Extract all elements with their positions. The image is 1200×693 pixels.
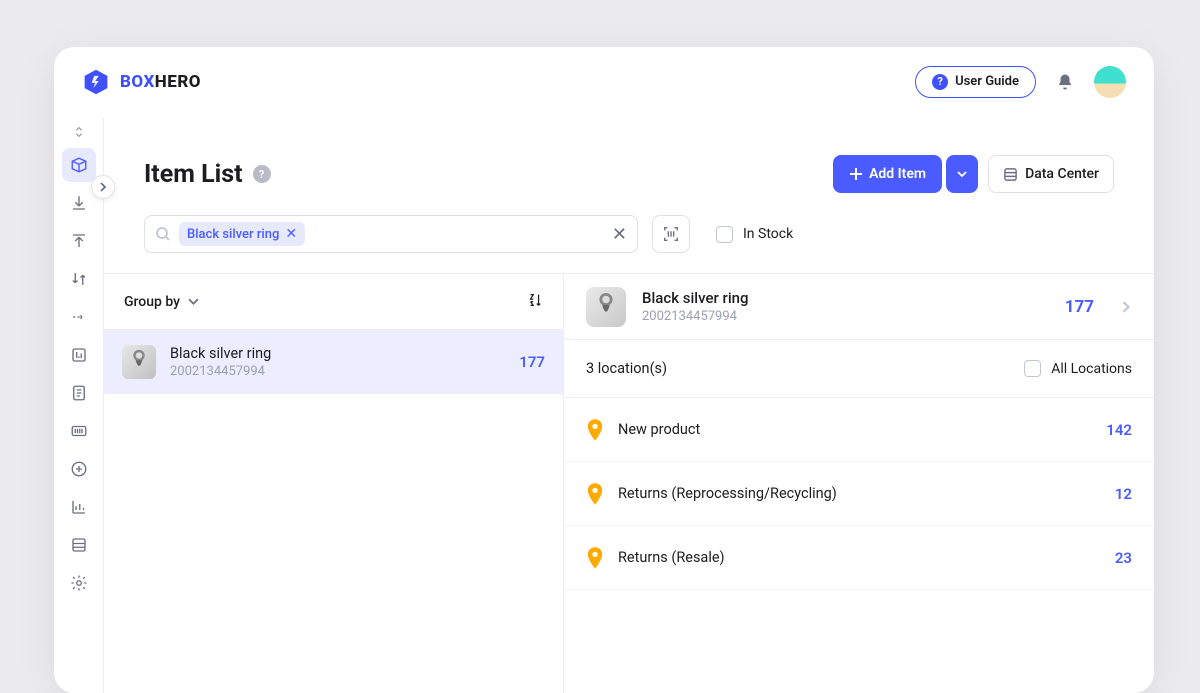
sidebar-item-transfer[interactable] (62, 262, 96, 296)
expand-sidebar-button[interactable] (91, 175, 115, 199)
location-quantity: 12 (1115, 485, 1132, 503)
content: Item List ? Add Item Data Center (104, 117, 1154, 693)
item-sku: 2002134457994 (170, 364, 271, 379)
search-chip: Black silver ring ✕ (179, 222, 305, 246)
data-center-icon (1003, 167, 1018, 182)
data-center-button[interactable]: Data Center (988, 155, 1114, 193)
sort-az-icon (527, 292, 543, 308)
locations-count: 3 location(s) (586, 360, 667, 377)
page-title: Item List ? (144, 160, 271, 189)
pin-icon (586, 419, 604, 441)
sort-button[interactable] (527, 292, 543, 312)
user-guide-label: User Guide (955, 74, 1019, 89)
item-thumbnail (122, 345, 156, 379)
add-item-dropdown[interactable] (946, 155, 978, 193)
logo[interactable]: BOXHERO (82, 68, 201, 96)
chevron-right-icon[interactable] (1120, 301, 1132, 313)
resize-handle-icon[interactable] (72, 125, 86, 139)
group-by-label: Group by (124, 294, 180, 310)
location-quantity: 23 (1115, 549, 1132, 567)
sidebar-item-doc[interactable] (62, 376, 96, 410)
location-quantity: 142 (1106, 421, 1132, 439)
chevron-right-icon (98, 182, 108, 192)
user-guide-button[interactable]: ? User Guide (915, 66, 1036, 98)
item-detail-panel: Black silver ring 2002134457994 177 3 lo… (564, 274, 1154, 693)
location-name: Returns (Resale) (618, 549, 725, 566)
scan-barcode-button[interactable] (652, 215, 690, 253)
sidebar-item-barcode[interactable] (62, 414, 96, 448)
avatar[interactable] (1094, 66, 1126, 98)
search-chip-label: Black silver ring (187, 227, 279, 242)
help-icon[interactable]: ? (253, 165, 271, 183)
sidebar-item-adjust[interactable] (62, 300, 96, 334)
sidebar-item-stock-in[interactable] (62, 186, 96, 220)
location-row[interactable]: Returns (Resale) 23 (564, 526, 1154, 590)
search-icon (155, 226, 171, 242)
sidebar-item-items[interactable] (62, 148, 96, 182)
all-locations-label: All Locations (1051, 361, 1132, 377)
location-row[interactable]: Returns (Reprocessing/Recycling) 12 (564, 462, 1154, 526)
checkbox-icon (1024, 360, 1041, 377)
detail-item-sku: 2002134457994 (642, 309, 749, 324)
location-name: New product (618, 421, 700, 438)
top-bar: BOXHERO ? User Guide (54, 47, 1154, 117)
checkbox-icon (716, 226, 733, 243)
logo-text: BOXHERO (120, 72, 201, 92)
detail-item-name: Black silver ring (642, 289, 749, 307)
scan-icon (662, 225, 680, 243)
add-item-button[interactable]: Add Item (833, 155, 942, 193)
item-quantity: 177 (519, 353, 545, 371)
location-row[interactable]: New product 142 (564, 398, 1154, 462)
item-thumbnail (586, 287, 626, 327)
pin-icon (586, 483, 604, 505)
clear-search-icon[interactable]: ✕ (612, 224, 627, 245)
sidebar-item-list[interactable] (62, 528, 96, 562)
data-center-label: Data Center (1025, 166, 1099, 182)
all-locations-filter[interactable]: All Locations (1024, 360, 1132, 377)
app-window: BOXHERO ? User Guide (54, 47, 1154, 693)
sidebar-item-report[interactable] (62, 338, 96, 372)
pin-icon (586, 547, 604, 569)
in-stock-label: In Stock (743, 226, 793, 242)
item-name: Black silver ring (170, 345, 271, 362)
group-by-dropdown[interactable]: Group by (124, 294, 199, 310)
chevron-down-icon (188, 296, 199, 307)
detail-total-quantity: 177 (1065, 297, 1094, 317)
logo-mark-icon (82, 68, 110, 96)
search-input[interactable]: Black silver ring ✕ ✕ (144, 215, 638, 253)
item-list-panel: Group by Black silver ring 2002134457994 (104, 274, 564, 693)
list-item[interactable]: Black silver ring 2002134457994 177 (104, 330, 563, 394)
sidebar-item-settings[interactable] (62, 566, 96, 600)
plus-icon (849, 167, 863, 181)
sidebar-item-add[interactable] (62, 452, 96, 486)
chevron-down-icon (957, 169, 967, 179)
in-stock-filter[interactable]: In Stock (716, 226, 793, 243)
location-name: Returns (Reprocessing/Recycling) (618, 485, 837, 502)
help-icon: ? (932, 74, 948, 90)
sidebar-item-stock-out[interactable] (62, 224, 96, 258)
chip-remove-icon[interactable]: ✕ (285, 226, 297, 242)
sidebar-item-analytics[interactable] (62, 490, 96, 524)
bell-icon[interactable] (1056, 73, 1074, 91)
add-item-label: Add Item (869, 166, 926, 182)
sidebar (54, 117, 104, 693)
